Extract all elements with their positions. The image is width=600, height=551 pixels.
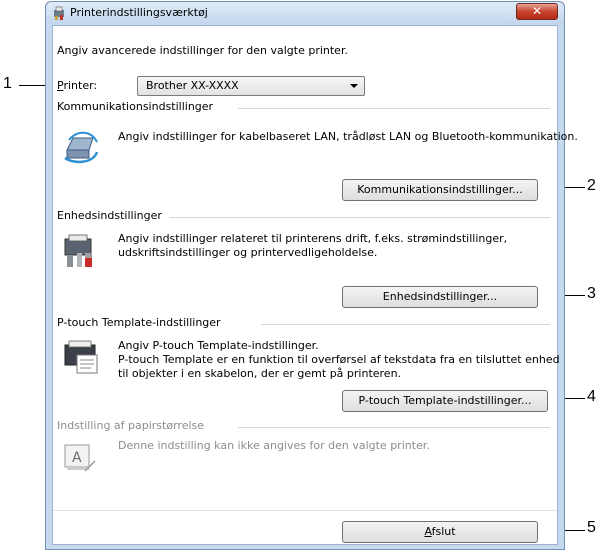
device-description-line1: Angiv indstillinger relateret til printe… — [118, 232, 508, 245]
device-settings-button-label: Enhedsindstillinger... — [382, 290, 498, 303]
communication-description: Angiv indstillinger for kabelbaseret LAN… — [118, 130, 578, 143]
callout-1: 1 — [3, 75, 12, 92]
exit-button[interactable]: Afslut — [342, 521, 538, 543]
printer-select[interactable]: Brother XX-XXXX — [137, 76, 365, 96]
ptouch-heading: P-touch Template-indstillinger — [57, 316, 221, 329]
ptouch-template-settings-button[interactable]: P-touch Template-indstillinger... — [342, 390, 548, 412]
svg-text:A: A — [72, 450, 82, 466]
printer-label: Printer: — [57, 79, 98, 92]
printer-tool-icon — [54, 6, 64, 20]
communication-settings-button-label: Kommunikationsindstillinger... — [357, 183, 523, 196]
window-title: Printerindstillingsværktøj — [70, 6, 208, 19]
ptouch-description-line1: Angiv P-touch Template-indstillinger. — [118, 339, 319, 352]
paper-size-divider — [238, 427, 550, 428]
title-bar[interactable]: Printerindstillingsværktøj ✕ — [46, 2, 564, 24]
exit-button-label: Afslut — [424, 525, 456, 538]
paper-size-description: Denne indstilling kan ikke angives for d… — [118, 439, 430, 452]
ptouch-template-settings-button-label: P-touch Template-indstillinger... — [358, 394, 532, 407]
paper-size-icon: A — [64, 444, 96, 472]
intro-text: Angiv avancerede indstillinger for den v… — [57, 44, 348, 57]
communication-heading: Kommunikationsindstillinger — [57, 100, 214, 113]
footer-divider — [53, 510, 557, 511]
paper-size-heading: Indstilling af papirstørrelse — [57, 419, 205, 432]
device-divider — [169, 217, 550, 218]
ptouch-description-line3: til objekter i en skabelon, der er gemt … — [118, 367, 402, 380]
callout-3: 3 — [587, 285, 596, 302]
callout-2: 2 — [587, 177, 596, 194]
device-description-line2: udskriftsindstillinger og printervedlige… — [118, 246, 378, 259]
device-heading: Enhedsindstillinger — [57, 209, 162, 222]
network-printer-icon — [64, 131, 99, 164]
template-document-icon — [64, 340, 98, 374]
ptouch-description-line2: P-touch Template er en funktion til over… — [118, 353, 560, 366]
ptouch-divider — [261, 324, 550, 325]
close-button[interactable]: ✕ — [516, 3, 558, 20]
callout-4: 4 — [587, 388, 596, 405]
printer-tools-icon — [64, 234, 92, 267]
device-settings-button[interactable]: Enhedsindstillinger... — [342, 286, 538, 308]
callout-5: 5 — [587, 519, 596, 536]
printer-settings-window: Printerindstillingsværktøj ✕ Angiv avanc… — [45, 1, 578, 550]
printer-select-value: Brother XX-XXXX — [146, 79, 239, 92]
chevron-down-icon — [350, 84, 358, 88]
dialog-client-area: Angiv avancerede indstillinger for den v… — [52, 25, 578, 545]
communication-divider — [238, 108, 550, 109]
communication-settings-button[interactable]: Kommunikationsindstillinger... — [342, 179, 538, 201]
